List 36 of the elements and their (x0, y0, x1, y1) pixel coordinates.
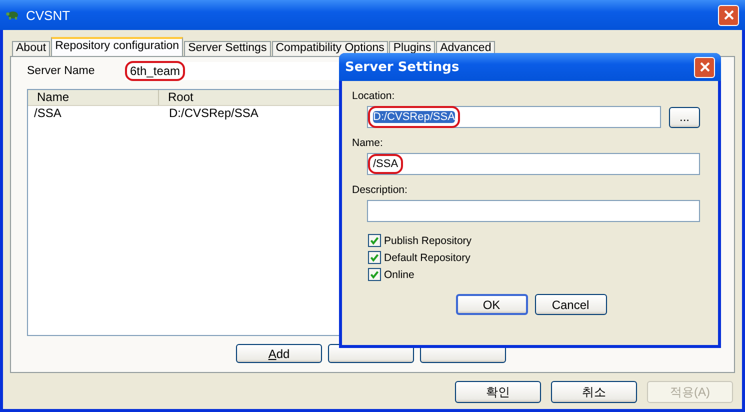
input-field[interactable] (367, 200, 700, 222)
field-label: Server Name (27, 65, 96, 77)
tab[interactable]: About (12, 41, 50, 56)
close-icon (700, 62, 710, 72)
table-cell-text: /SSA (33, 106, 62, 120)
field-value: D:/CVSRep/SSA (368, 106, 460, 128)
button[interactable]: 확인 (455, 381, 541, 403)
checkbox-label: Online (384, 268, 414, 280)
button[interactable]: 취소 (551, 381, 637, 403)
field-value: /SSA (368, 154, 404, 174)
checkbox[interactable] (368, 268, 381, 281)
field-label: Location: (352, 89, 396, 103)
close-button[interactable] (718, 4, 739, 26)
field-label: Name: (352, 136, 384, 150)
checkbox[interactable] (368, 251, 381, 264)
tab[interactable]: Repository configuration (51, 37, 184, 56)
close-button[interactable] (694, 56, 715, 78)
button[interactable]: Cancel (534, 294, 606, 315)
input-field[interactable]: D:/CVSRep/SSA (367, 106, 661, 128)
button[interactable]: OK (456, 294, 528, 315)
checkbox[interactable] (368, 234, 381, 247)
checkbox-label: Default Repository (384, 252, 470, 264)
tab[interactable]: Server Settings (184, 41, 271, 56)
browse-button[interactable]: ... (669, 106, 700, 128)
checkbox-label: Publish Repository (384, 234, 472, 246)
column-header[interactable]: Name (28, 90, 159, 105)
window-title: CVSNT (26, 8, 72, 22)
turtle-icon (6, 10, 20, 20)
table-cell-text: D:/CVSRep/SSA (168, 106, 258, 120)
field-value: 6th_team (125, 61, 186, 81)
input-field[interactable]: /SSA (367, 153, 700, 175)
button[interactable]: Add (236, 344, 322, 363)
close-icon (724, 10, 734, 20)
field-label: Description: (352, 183, 408, 197)
tab[interactable]: Compatibility Options (272, 41, 388, 56)
dialog-title: Server Settings (345, 60, 460, 74)
